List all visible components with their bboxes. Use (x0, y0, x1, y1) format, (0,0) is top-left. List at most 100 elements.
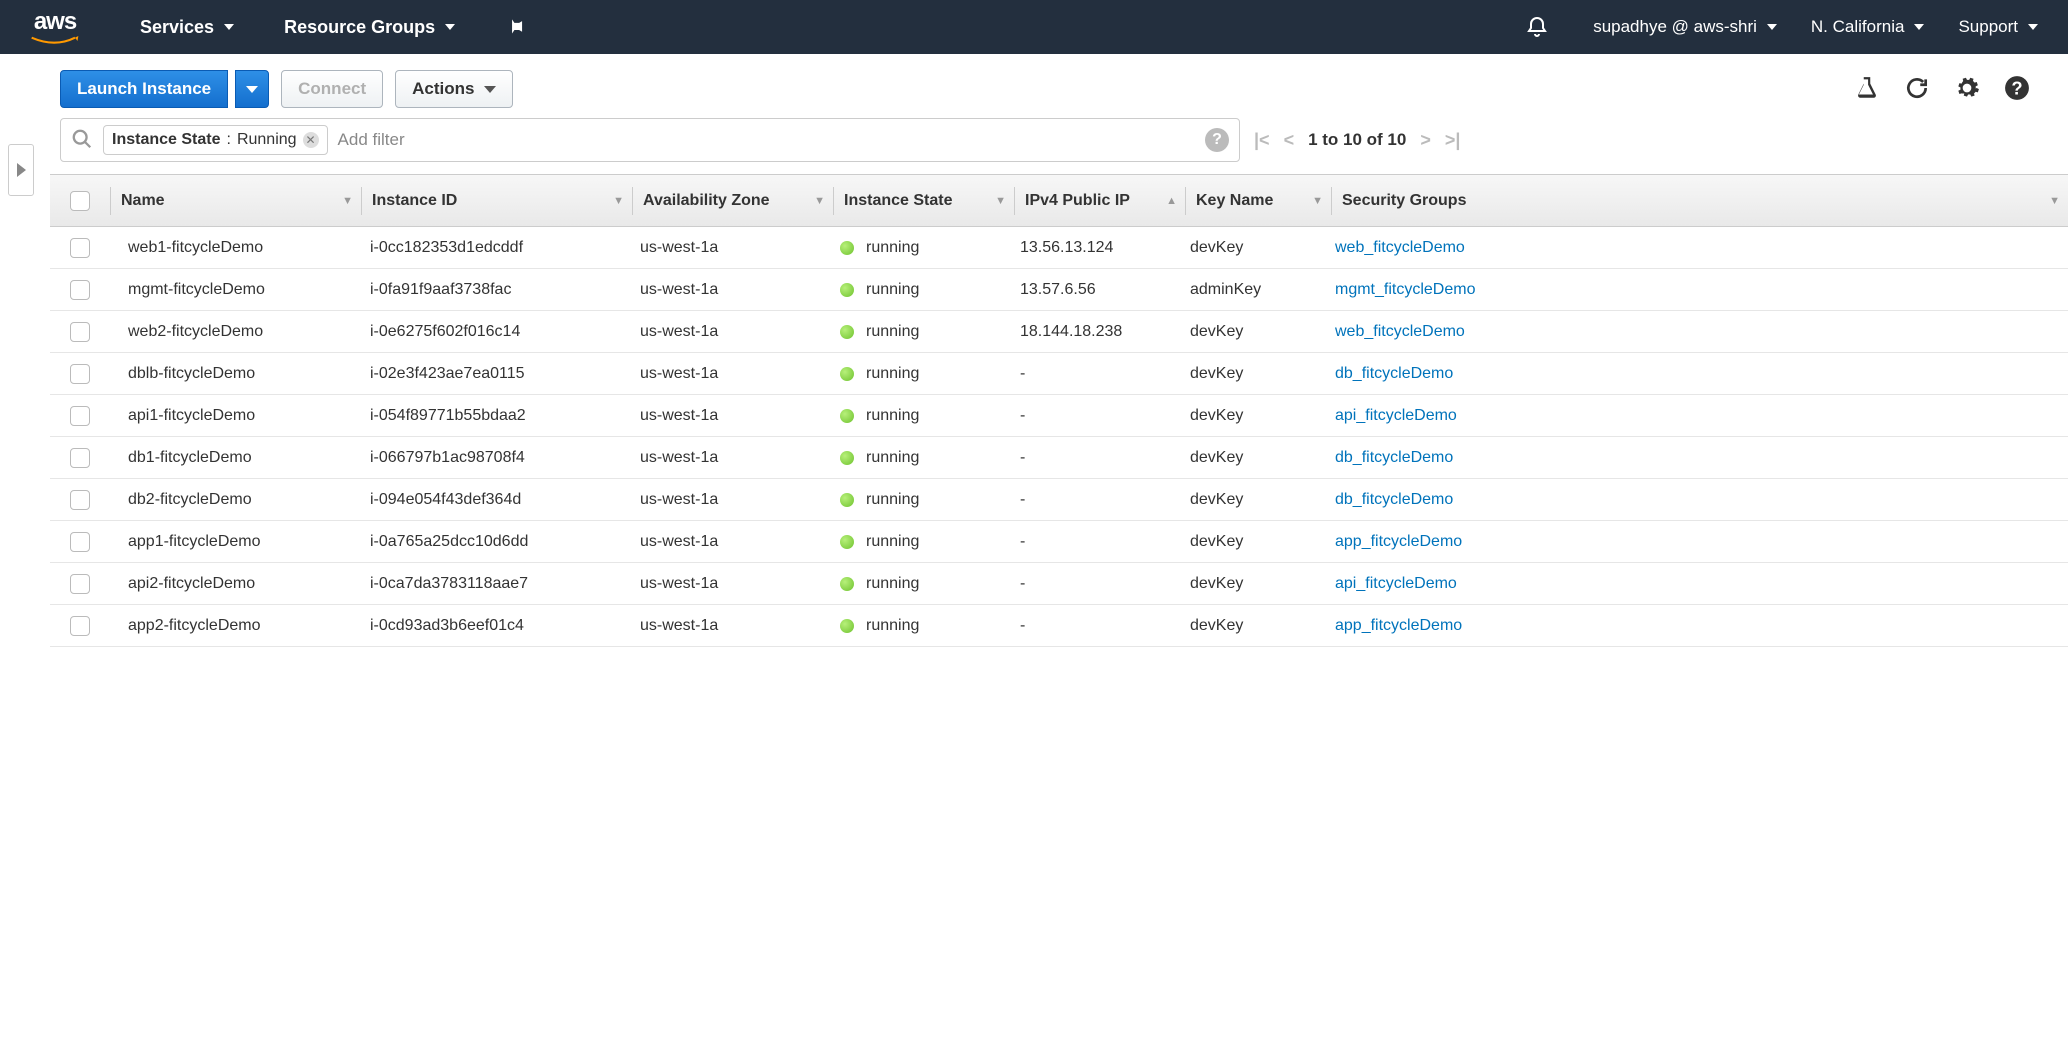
launch-instance-button[interactable]: Launch Instance (60, 70, 228, 108)
row-checkbox[interactable] (70, 490, 90, 510)
nav-services-label: Services (140, 17, 214, 38)
nav-region-label: N. California (1811, 17, 1905, 37)
table-row[interactable]: api1-fitcycleDemo i-054f89771b55bdaa2 us… (50, 395, 2068, 437)
status-dot-icon (840, 535, 854, 549)
cell-az: us-west-1a (640, 575, 718, 593)
cell-key: devKey (1190, 449, 1243, 467)
nav-user-label: supadhye @ aws-shri (1593, 17, 1757, 37)
status-dot-icon (840, 493, 854, 507)
filter-help-icon[interactable]: ? (1205, 128, 1229, 152)
cell-key: devKey (1190, 365, 1243, 383)
sort-icon[interactable] (814, 195, 825, 207)
col-name[interactable]: Name (111, 175, 361, 226)
table-row[interactable]: dblb-fitcycleDemo i-02e3f423ae7ea0115 us… (50, 353, 2068, 395)
refresh-icon[interactable] (1904, 75, 1930, 104)
row-checkbox[interactable] (70, 448, 90, 468)
filter-tag-remove[interactable]: ✕ (303, 132, 319, 148)
col-availability-zone[interactable]: Availability Zone (633, 175, 833, 226)
top-nav: aws Services Resource Groups supadhye @ … (0, 0, 2068, 54)
table-row[interactable]: web2-fitcycleDemo i-0e6275f602f016c14 us… (50, 311, 2068, 353)
pager-first[interactable]: |< (1254, 130, 1270, 151)
cell-security-group-link[interactable]: db_fitcycleDemo (1335, 365, 1453, 383)
pager-prev[interactable]: < (1284, 130, 1295, 151)
row-checkbox[interactable] (70, 616, 90, 636)
nav-resource-groups[interactable]: Resource Groups (284, 17, 455, 38)
sort-icon[interactable] (1312, 195, 1323, 207)
cell-security-group-link[interactable]: api_fitcycleDemo (1335, 575, 1457, 593)
row-checkbox[interactable] (70, 532, 90, 552)
cell-key: devKey (1190, 239, 1243, 257)
help-icon[interactable]: ? (2004, 75, 2030, 104)
flask-icon[interactable] (1854, 75, 1880, 104)
table-row[interactable]: app2-fitcycleDemo i-0cd93ad3b6eef01c4 us… (50, 605, 2068, 647)
cell-key: devKey (1190, 533, 1243, 551)
pager-next[interactable]: > (1420, 130, 1431, 151)
sort-icon[interactable] (1166, 195, 1177, 207)
nav-support[interactable]: Support (1958, 17, 2038, 37)
cell-security-group-link[interactable]: web_fitcycleDemo (1335, 239, 1465, 257)
cell-name: web2-fitcycleDemo (128, 323, 263, 341)
cell-ip: - (1020, 365, 1025, 383)
nav-region[interactable]: N. California (1811, 17, 1925, 37)
nav-services[interactable]: Services (140, 17, 234, 38)
aws-smile-icon (30, 36, 80, 46)
row-checkbox[interactable] (70, 322, 90, 342)
launch-instance-dropdown[interactable] (235, 70, 269, 108)
cell-ip: 13.57.6.56 (1020, 281, 1096, 299)
cell-name: db1-fitcycleDemo (128, 449, 252, 467)
table-row[interactable]: app1-fitcycleDemo i-0a765a25dcc10d6dd us… (50, 521, 2068, 563)
bell-icon[interactable] (1525, 15, 1549, 39)
table-row[interactable]: mgmt-fitcycleDemo i-0fa91f9aaf3738fac us… (50, 269, 2068, 311)
actions-button[interactable]: Actions (395, 70, 513, 108)
status-dot-icon (840, 283, 854, 297)
aws-logo[interactable]: aws (30, 8, 80, 46)
row-checkbox[interactable] (70, 406, 90, 426)
sort-icon[interactable] (995, 195, 1006, 207)
cell-key: devKey (1190, 617, 1243, 635)
col-security-groups[interactable]: Security Groups (1332, 175, 2068, 226)
cell-security-group-link[interactable]: db_fitcycleDemo (1335, 449, 1453, 467)
row-checkbox[interactable] (70, 574, 90, 594)
sort-icon[interactable] (342, 195, 353, 207)
cell-ip: - (1020, 533, 1025, 551)
filter-box[interactable]: Instance State : Running ✕ Add filter ? (60, 118, 1240, 162)
col-instance-id[interactable]: Instance ID (362, 175, 632, 226)
filter-tag-instance-state[interactable]: Instance State : Running ✕ (103, 125, 328, 155)
col-select-all (50, 175, 110, 226)
cell-instance-id: i-066797b1ac98708f4 (370, 449, 525, 467)
caret-down-icon (484, 86, 496, 93)
pin-icon[interactable] (505, 17, 525, 37)
cell-state: running (866, 281, 919, 299)
col-key-name[interactable]: Key Name (1186, 175, 1331, 226)
cell-security-group-link[interactable]: db_fitcycleDemo (1335, 491, 1453, 509)
cell-security-group-link[interactable]: app_fitcycleDemo (1335, 533, 1462, 551)
sort-icon[interactable] (2049, 195, 2060, 207)
caret-down-icon (1914, 24, 1924, 30)
cell-instance-id: i-0a765a25dcc10d6dd (370, 533, 528, 551)
select-all-checkbox[interactable] (70, 191, 90, 211)
cell-security-group-link[interactable]: mgmt_fitcycleDemo (1335, 281, 1475, 299)
cell-state: running (866, 575, 919, 593)
gear-icon[interactable] (1954, 75, 1980, 104)
row-checkbox[interactable] (70, 364, 90, 384)
status-dot-icon (840, 451, 854, 465)
sidebar-expand-tab[interactable] (8, 144, 34, 196)
table-row[interactable]: api2-fitcycleDemo i-0ca7da3783118aae7 us… (50, 563, 2068, 605)
col-instance-state[interactable]: Instance State (834, 175, 1014, 226)
actions-label: Actions (412, 79, 474, 99)
cell-security-group-link[interactable]: app_fitcycleDemo (1335, 617, 1462, 635)
table-row[interactable]: db1-fitcycleDemo i-066797b1ac98708f4 us-… (50, 437, 2068, 479)
nav-user[interactable]: supadhye @ aws-shri (1593, 17, 1777, 37)
table-row[interactable]: db2-fitcycleDemo i-094e054f43def364d us-… (50, 479, 2068, 521)
col-ipv4-public-ip[interactable]: IPv4 Public IP (1015, 175, 1185, 226)
cell-name: api2-fitcycleDemo (128, 575, 255, 593)
connect-button[interactable]: Connect (281, 70, 383, 108)
pager-last[interactable]: >| (1445, 130, 1461, 151)
row-checkbox[interactable] (70, 238, 90, 258)
cell-security-group-link[interactable]: api_fitcycleDemo (1335, 407, 1457, 425)
row-checkbox[interactable] (70, 280, 90, 300)
table-row[interactable]: web1-fitcycleDemo i-0cc182353d1edcddf us… (50, 227, 2068, 269)
cell-security-group-link[interactable]: web_fitcycleDemo (1335, 323, 1465, 341)
sort-icon[interactable] (613, 195, 624, 207)
cell-state: running (866, 533, 919, 551)
